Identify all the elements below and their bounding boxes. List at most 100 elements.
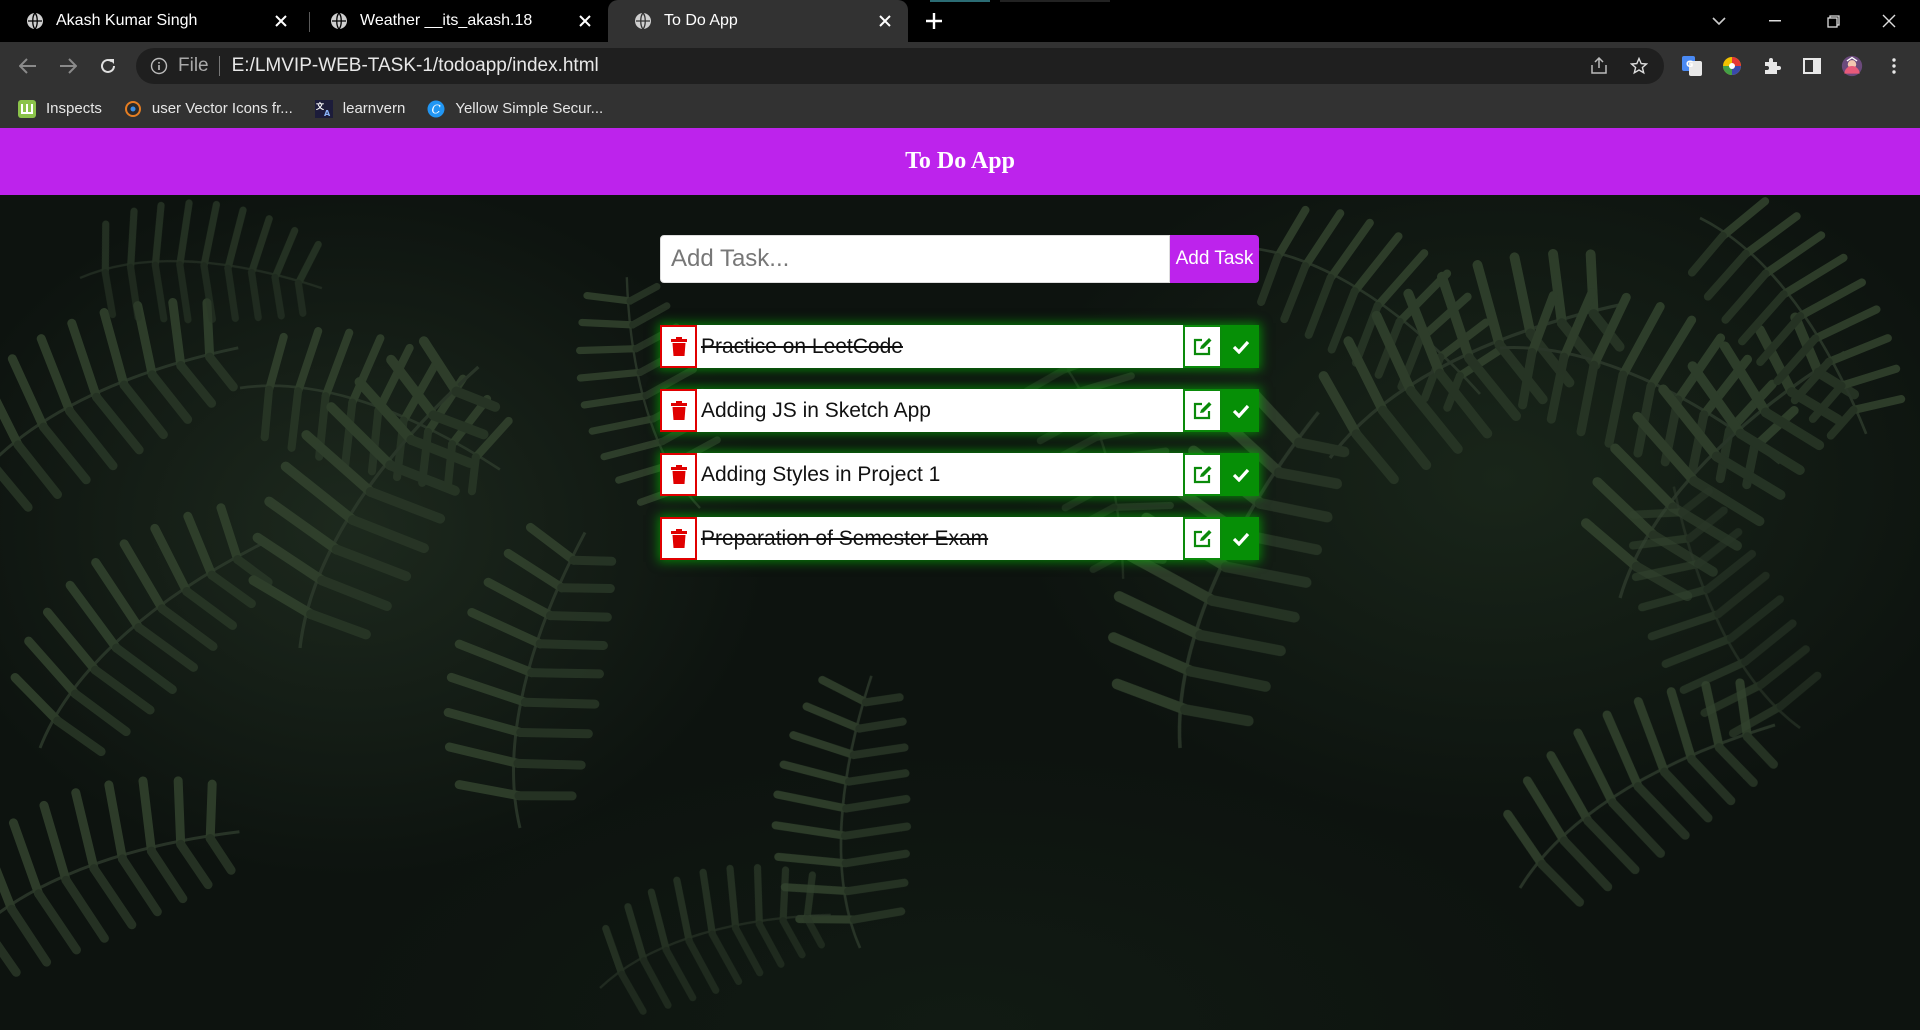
add-task-input[interactable] [660,235,1170,283]
bookmark-yellow-simple-security[interactable]: C Yellow Simple Secur... [427,100,603,118]
task-text: Adding Styles in Project 1 [701,462,941,486]
close-tab-icon[interactable] [272,12,290,30]
edit-icon [1193,466,1211,484]
app-title: To Do App [905,148,1015,174]
inspects-icon [18,99,36,118]
bookmark-label: learnvern [342,100,406,117]
reload-icon [101,58,115,73]
arrow-left-icon [19,58,36,74]
close-window-button[interactable] [1866,0,1912,42]
check-icon [1232,404,1249,418]
address-bar[interactable]: File E:/LMVIP-WEB-TASK-1/todoapp/index.h… [136,48,1664,84]
delete-task-button[interactable] [660,389,697,432]
kebab-menu-icon [1892,58,1896,74]
complete-task-button[interactable] [1222,389,1259,432]
svg-text:C: C [432,102,441,116]
tab-weather[interactable]: Weather __its_akash.18 [304,0,608,42]
forward-button[interactable] [52,50,84,82]
delete-task-button[interactable] [660,517,697,560]
trash-icon [670,401,687,420]
edit-task-button[interactable] [1183,453,1222,496]
globe-icon [27,12,43,30]
back-button[interactable] [12,50,44,82]
task-item: Adding JS in Sketch App [660,389,1259,432]
bookmark-label: user Vector Icons fr... [151,100,293,117]
app-header: To Do App [0,128,1920,195]
browser-toolbar: File E:/LMVIP-WEB-TASK-1/todoapp/index.h… [0,42,1920,89]
bookmark-user-vector-icons[interactable]: user Vector Icons fr... [124,100,293,118]
edit-icon [1193,530,1211,548]
chevron-down-icon [1712,16,1726,25]
url-scheme-label: File [178,55,209,76]
star-icon[interactable] [1630,57,1648,75]
close-icon [1882,14,1896,28]
svg-text:G: G [1686,60,1693,70]
side-panel-icon[interactable] [1801,55,1823,77]
vector-icons-icon [124,100,142,118]
learnvern-icon: 文A [314,99,333,118]
bookmark-label: Inspects [46,100,102,117]
add-task-form: Add Task [660,235,1259,283]
task-item: Practice on LeetCode [660,325,1259,368]
tabstrip-accent [930,0,990,2]
reload-button[interactable] [92,50,124,82]
add-task-button[interactable]: Add Task [1170,235,1259,283]
page-viewport: To Do App Add Task Practice on LeetCode … [0,128,1920,1030]
profile-avatar[interactable] [1841,55,1863,77]
bookmark-label: Yellow Simple Secur... [455,100,604,117]
tab-to-do-app[interactable]: To Do App [608,0,908,42]
tabstrip-accent [1000,0,1110,2]
edit-icon [1193,338,1211,356]
check-icon [1232,532,1249,546]
delete-task-button[interactable] [660,325,697,368]
bookmark-inspects[interactable]: Inspects [18,99,102,118]
task-item: Preparation of Semester Exam [660,517,1259,560]
restore-icon [1826,14,1840,28]
url-text[interactable]: E:/LMVIP-WEB-TASK-1/todoapp/index.html [232,55,1664,77]
globe-icon [331,12,347,30]
share-icon[interactable] [1590,57,1608,75]
plus-icon [926,13,942,29]
task-text: Preparation of Semester Exam [701,526,989,550]
close-tab-icon[interactable] [576,12,594,30]
tab-title: To Do App [664,12,738,29]
trash-icon [670,337,687,356]
task-item: Adding Styles in Project 1 [660,453,1259,496]
svg-text:A: A [324,109,331,118]
chrome-menu-button[interactable] [1883,55,1905,77]
trash-icon [670,529,687,548]
tab-search-button[interactable] [1696,0,1742,42]
new-tab-button[interactable] [920,9,948,33]
complete-task-button[interactable] [1222,453,1259,496]
complete-task-button[interactable] [1222,517,1259,560]
tab-akash-kumar-singh[interactable]: Akash Kumar Singh [0,0,304,42]
trash-icon [670,465,687,484]
extensions-puzzle-icon[interactable] [1761,55,1783,77]
task-text: Adding JS in Sketch App [701,398,931,422]
task-text: Practice on LeetCode [701,334,903,358]
check-icon [1232,340,1249,354]
tab-title: Weather __its_akash.18 [360,12,533,29]
bookmarks-bar: Inspects user Vector Icons fr... 文A lear… [0,89,1920,128]
tab-title: Akash Kumar Singh [56,12,198,29]
omnibox-divider [218,56,220,76]
color-picker-icon[interactable] [1721,55,1743,77]
info-icon[interactable] [150,57,168,75]
restore-button[interactable] [1810,0,1856,42]
bookmark-learnvern[interactable]: 文A learnvern [314,99,406,118]
google-translate-icon[interactable]: G [1681,55,1703,77]
check-icon [1232,468,1249,482]
canva-icon: C [427,100,445,118]
minimize-button[interactable] [1752,0,1798,42]
delete-task-button[interactable] [660,453,697,496]
edit-task-button[interactable] [1183,517,1222,560]
tab-bar: Akash Kumar Singh Weather __its_akash.18… [0,0,1920,42]
edit-task-button[interactable] [1183,389,1222,432]
globe-icon [635,12,651,30]
complete-task-button[interactable] [1222,325,1259,368]
minimize-icon [1769,20,1781,22]
arrow-right-icon [60,58,77,74]
edit-task-button[interactable] [1183,325,1222,368]
close-tab-icon[interactable] [876,12,894,30]
edit-icon [1193,402,1211,420]
